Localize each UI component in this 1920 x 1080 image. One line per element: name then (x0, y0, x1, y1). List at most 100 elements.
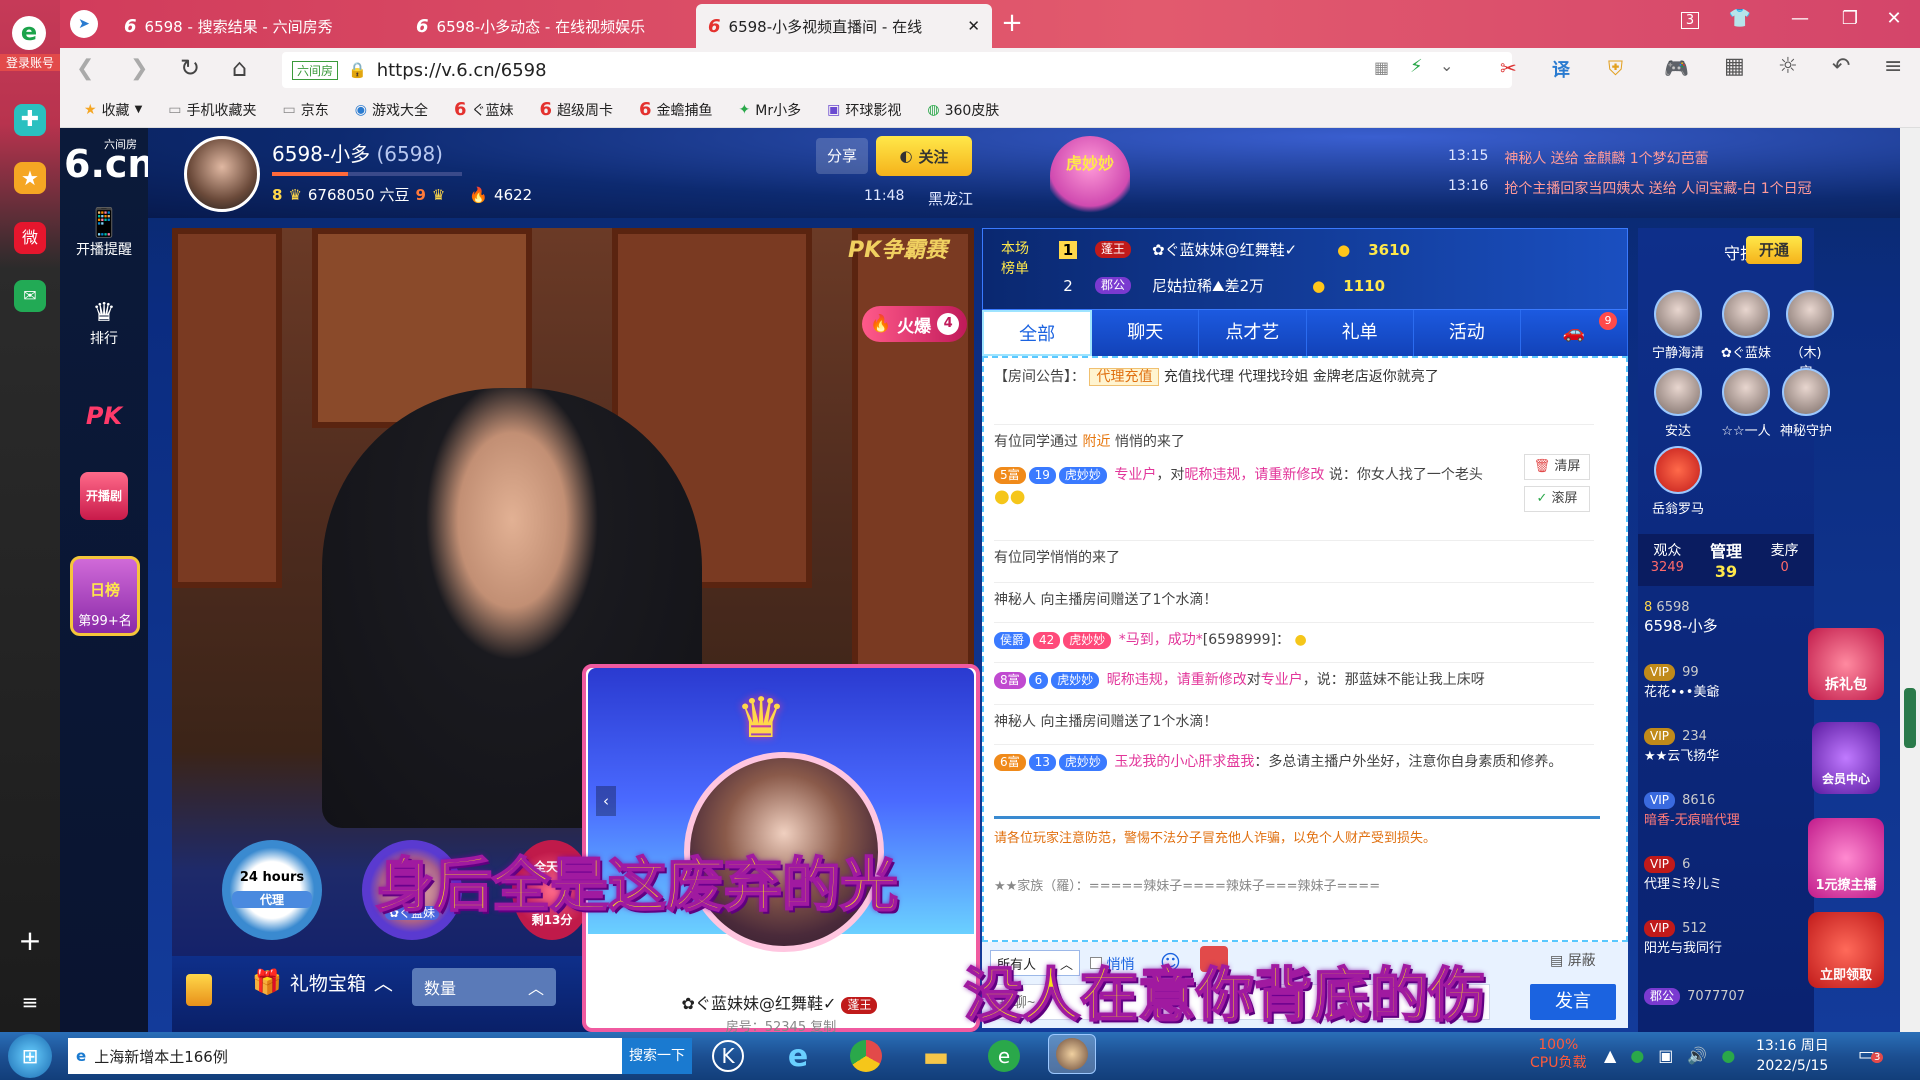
pk-label[interactable]: PK争霸赛 (848, 232, 947, 264)
tab-gifts[interactable]: 礼单 (1307, 310, 1414, 356)
chat-messages[interactable]: 【房间公告】： 代理充值 充值找代理 代理找玲姐 金牌老店返你就亮了 有位同学通… (982, 356, 1628, 942)
translate-icon[interactable]: 译 (1552, 56, 1570, 82)
tab-search-results[interactable]: 6 6598 - 搜索结果 - 六间房秀 (112, 4, 402, 48)
leaderboard-row-2[interactable]: 2 郡公 尼姑拉稀⛰差2万 ● 1110 (1059, 275, 1459, 296)
k-app-icon[interactable]: K (704, 1036, 752, 1076)
weibo-icon[interactable]: 微 (14, 222, 46, 254)
guard-item[interactable]: 岳翁罗马 (1650, 446, 1706, 517)
home-icon[interactable]: ⌂ (232, 54, 247, 82)
popup-left-arrow[interactable]: ‹ (596, 786, 616, 816)
gift-treasure-button[interactable]: 🎁 礼物宝箱 ︿ (252, 968, 393, 996)
scissors-icon[interactable]: ✂ (1500, 56, 1517, 80)
jellyfish-mascot[interactable]: 虎妙妙 (1050, 136, 1130, 220)
tray-icons[interactable]: ▲ ● ▣ 🔊 ● (1604, 1046, 1735, 1065)
promo-member-center[interactable]: 会员中心 (1812, 722, 1880, 794)
nav-live-reminder[interactable]: 📱 开播提醒 (60, 206, 148, 259)
page-scrollbar[interactable] (1900, 128, 1920, 1032)
grid-icon[interactable]: ▦ (1724, 54, 1745, 79)
bookmark-skins[interactable]: ◍ 360皮肤 (917, 100, 1009, 120)
audience-row[interactable]: 8 6598 6598-小多 (1644, 600, 1814, 636)
clock[interactable]: 13:16 周日 2022/5/15 (1756, 1036, 1829, 1076)
cpu-meter[interactable]: 100% CPU负载 (1530, 1036, 1586, 1072)
guard-item[interactable]: （木)守 (1786, 290, 1834, 380)
bookmark-fishing[interactable]: 6 金蟾捕鱼 (629, 99, 723, 120)
bookmark-jd[interactable]: ▭ 京东 (273, 100, 339, 120)
taskbar-search[interactable]: e 上海新增本土166例 (68, 1038, 622, 1074)
bookmark-games[interactable]: ◉ 游戏大全 (345, 100, 438, 120)
brightness-icon[interactable]: ☼ (1778, 54, 1798, 79)
folder-icon[interactable]: ▬ (912, 1036, 960, 1076)
browser-logo[interactable]: e (12, 16, 46, 50)
nav-drama[interactable]: 开播剧 (60, 472, 148, 520)
tab-count-icon[interactable]: 3 (1670, 8, 1710, 29)
audience-row[interactable]: VIP 6 代理ミ玲儿ミ (1644, 856, 1814, 892)
plus-app-icon[interactable]: ✚ (14, 104, 46, 136)
tab-all[interactable]: 全部 (982, 310, 1093, 356)
bookmark-favorites[interactable]: ★ 收藏 ▼ (74, 100, 152, 120)
promo-one-yuan[interactable]: 1元撩主播 (1808, 818, 1884, 898)
notification-icon[interactable]: ▭3 (1858, 1044, 1884, 1065)
back-icon[interactable]: ❮ (76, 56, 94, 81)
new-tab-button[interactable]: + (992, 8, 1032, 38)
forward-icon[interactable]: ❯ (130, 56, 148, 81)
game-icon[interactable]: 🎮 (1664, 56, 1689, 80)
scroll-thumb[interactable] (1904, 688, 1916, 748)
ie-browser-icon[interactable]: e (774, 1036, 822, 1076)
send-button[interactable]: 发言 (1530, 984, 1616, 1020)
promo-gift-pack[interactable]: 拆礼包 (1808, 628, 1884, 700)
follow-button[interactable]: ◐ 关注 (876, 136, 972, 176)
menu-icon[interactable]: ≡ (1884, 54, 1902, 79)
hot-badge[interactable]: 🔥 火爆 4 (862, 306, 968, 342)
start-button[interactable]: ⊞ (8, 1034, 52, 1078)
tab-talent[interactable]: 点才艺 (1199, 310, 1307, 356)
audience-row[interactable]: VIP 8616 暗香-无痕暗代理 (1644, 792, 1814, 828)
stat-viewers[interactable]: 观众 3249 (1638, 534, 1697, 586)
search-button[interactable]: 搜索一下 (622, 1038, 692, 1074)
maximize-icon[interactable]: ❐ (1830, 8, 1870, 29)
audience-row[interactable]: 郡公 7077707 (1644, 988, 1814, 1005)
tab-dynamics[interactable]: 6 6598-小多动态 - 在线视频娱乐 (404, 4, 694, 48)
audience-row[interactable]: VIP 99 花花•∙•美爺 (1644, 664, 1814, 700)
tab-car[interactable]: 🚗 9 (1521, 310, 1629, 356)
stat-admins[interactable]: 管理 39 (1697, 534, 1756, 586)
bookmark-lanmei[interactable]: 6 ぐ蓝妹 (444, 99, 524, 120)
guard-item[interactable]: 安达 (1650, 368, 1706, 439)
guard-item[interactable]: 宁静海清 (1650, 290, 1706, 361)
shield-toggle[interactable]: ▤ 屏蔽 (1550, 950, 1596, 970)
telegram-icon[interactable]: ➤ (70, 10, 98, 38)
nav-pk[interactable]: PK (60, 402, 148, 430)
minimize-icon[interactable]: — (1780, 8, 1820, 29)
shield-icon[interactable]: ⛨ (1608, 56, 1623, 80)
reload-icon[interactable]: ↻ (180, 54, 200, 82)
scroll-lock-button[interactable]: ✓ 滚屏 (1524, 486, 1590, 512)
audience-row[interactable]: VIP 512 阳光与我同行 (1644, 920, 1814, 956)
guard-item[interactable]: ☆☆一人 (1718, 368, 1774, 439)
badge-24h[interactable]: 24 hours 代理 (222, 840, 322, 940)
tab-events[interactable]: 活动 (1414, 310, 1521, 356)
live-app-icon[interactable] (1048, 1034, 1096, 1074)
chrome-icon[interactable] (842, 1036, 890, 1076)
daily-rank-badge[interactable]: 日榜 第99+名 (70, 556, 140, 636)
qr-icon[interactable]: ▦ (1374, 58, 1389, 77)
close-tab-icon[interactable]: ✕ (967, 17, 980, 35)
bookmark-mrxiaoduo[interactable]: ✦ Mr小多 (729, 100, 812, 120)
shirt-icon[interactable]: 👕 (1720, 8, 1760, 29)
stat-mic-queue[interactable]: 麦序 0 (1755, 534, 1814, 586)
bookmark-mobile[interactable]: ▭ 手机收藏夹 (158, 100, 266, 120)
host-avatar[interactable] (184, 136, 260, 212)
quantity-select[interactable]: 数量 ︿ (412, 968, 556, 1006)
guard-item[interactable]: 神秘守护 (1778, 368, 1834, 439)
sidebar-add-icon[interactable]: + (14, 924, 46, 957)
dropdown-icon[interactable]: ⌄ (1440, 56, 1453, 75)
sidebar-menu-icon[interactable]: ≡ (14, 990, 46, 1014)
360-browser-icon[interactable]: e (980, 1036, 1028, 1076)
audience-row[interactable]: VIP 234 ★★云飞扬华 (1644, 728, 1814, 764)
open-guard-button[interactable]: 开通 (1746, 236, 1802, 264)
clear-screen-button[interactable]: 🗑 清屏 (1524, 454, 1590, 480)
nav-ranking[interactable]: ♛ 排行 (60, 298, 148, 348)
undo-icon[interactable]: ↶ (1832, 54, 1850, 79)
tab-live-room[interactable]: 6 6598-小多视频直播间 - 在线 ✕ (696, 4, 992, 48)
star-app-icon[interactable]: ★ (14, 162, 46, 194)
guard-item[interactable]: ✿ぐ蓝妹 (1718, 290, 1774, 361)
login-button[interactable]: 登录账号 (0, 54, 60, 71)
